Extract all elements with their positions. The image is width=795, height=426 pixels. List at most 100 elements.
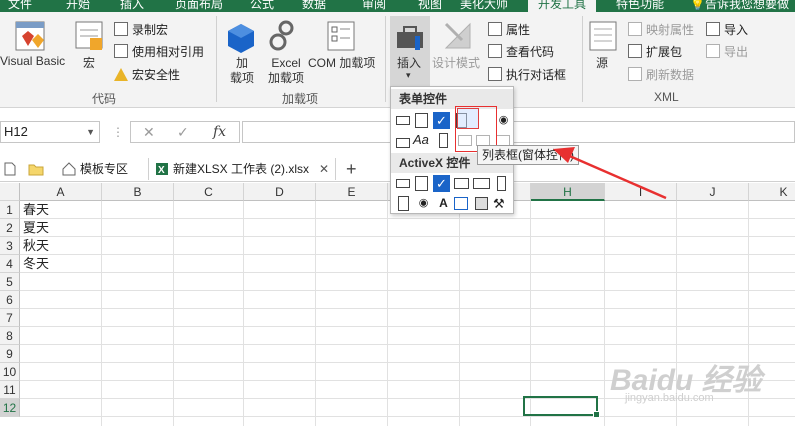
cell-a1[interactable]: 春天 [23, 201, 49, 219]
tab-review[interactable]: 审阅 [362, 0, 386, 12]
gridline [20, 272, 795, 273]
column-header-b[interactable]: B [102, 183, 174, 201]
column-header-c[interactable]: C [174, 183, 244, 201]
tab-file[interactable]: 文件 [8, 0, 32, 12]
chevron-down-icon[interactable]: ▼ [86, 122, 95, 142]
row-header-1[interactable]: 1 [0, 201, 20, 219]
tell-me-box[interactable]: 💡告诉我您想要做 [690, 0, 789, 12]
column-header-j[interactable]: J [677, 183, 749, 201]
group-box-control-icon[interactable] [395, 132, 412, 149]
visual-basic-button[interactable]: Visual Basic [0, 54, 65, 68]
refresh-data-button[interactable]: 刷新数据 [628, 65, 694, 83]
warning-icon [114, 67, 128, 81]
design-mode-button[interactable]: 设计模式 [432, 54, 480, 71]
excel-addins-button[interactable]: Excel 加载项 [268, 56, 304, 86]
relative-reference-button[interactable]: 使用相对引用 [114, 42, 204, 60]
activex-combo-box-icon[interactable] [413, 175, 430, 192]
select-all-corner[interactable] [0, 183, 20, 201]
view-code-button[interactable]: 查看代码 [488, 42, 554, 60]
map-properties-button[interactable]: 映射属性 [628, 20, 694, 38]
row-header-6[interactable]: 6 [0, 291, 20, 309]
tab-view[interactable]: 视图 [418, 0, 442, 12]
import-button[interactable]: 导入 [706, 20, 748, 38]
more-controls-icon[interactable]: ⚒ [493, 195, 510, 212]
row-header-8[interactable]: 8 [0, 327, 20, 345]
row-header-5[interactable]: 5 [0, 273, 20, 291]
more-options-icon: ⋮ [112, 125, 124, 139]
activex-button-icon[interactable] [395, 175, 412, 192]
workbook-tab[interactable]: X 新建XLSX 工作表 (2).xlsx ✕ [148, 158, 337, 180]
xml-source-button[interactable]: 源 [596, 54, 608, 71]
activex-option-button-icon[interactable]: ◉ [415, 195, 432, 212]
macros-button[interactable]: 宏 [83, 54, 95, 71]
gridline [459, 201, 460, 426]
column-header-i[interactable]: I [605, 183, 677, 201]
tab-insert[interactable]: 插入 [120, 0, 144, 12]
column-header-a[interactable]: A [20, 183, 102, 201]
activex-checkbox-icon[interactable]: ✓ [433, 175, 450, 192]
button-control-icon[interactable] [395, 112, 412, 129]
activex-label-icon[interactable]: A [435, 195, 452, 212]
macro-security-button[interactable]: 宏安全性 [114, 65, 180, 83]
svg-text:X: X [158, 165, 165, 176]
record-macro-button[interactable]: 录制宏 [114, 20, 168, 38]
cell-a3[interactable]: 秋天 [23, 237, 49, 255]
formula-buttons: ✕ ✓ fx [130, 121, 240, 143]
activex-text-box-icon[interactable] [473, 175, 490, 192]
checkbox-control-icon[interactable]: ✓ [433, 112, 450, 129]
name-box[interactable]: H12 ▼ [0, 121, 100, 143]
properties-button[interactable]: 属性 [488, 20, 530, 38]
run-dialog-button[interactable]: 执行对话框 [488, 65, 566, 83]
tab-developer[interactable]: 开发工具 [528, 0, 597, 12]
row-header-12[interactable]: 12 [0, 399, 20, 417]
tab-formulas[interactable]: 公式 [250, 0, 274, 12]
group-divider [385, 16, 386, 102]
tab-features[interactable]: 特色功能 [616, 0, 664, 12]
label-control-icon[interactable]: Aa [413, 132, 430, 149]
row-header-9[interactable]: 9 [0, 345, 20, 363]
activex-list-box-icon[interactable] [453, 175, 470, 192]
export-button[interactable]: 导出 [706, 42, 748, 60]
visual-basic-icon [15, 21, 45, 51]
template-tab[interactable]: 模板专区 [62, 159, 128, 179]
com-addins-button[interactable]: COM 加载项 [308, 54, 375, 71]
add-tab-button[interactable]: + [346, 159, 357, 179]
activex-image-icon[interactable] [453, 195, 470, 212]
row-header-2[interactable]: 2 [0, 219, 20, 237]
row-header-11[interactable]: 11 [0, 381, 20, 399]
column-header-d[interactable]: D [244, 183, 316, 201]
gridline [530, 201, 531, 426]
activex-spin-button-icon[interactable] [395, 195, 412, 212]
tab-page-layout[interactable]: 页面布局 [175, 0, 223, 12]
cell-a2[interactable]: 夏天 [23, 219, 49, 237]
new-document-icon[interactable] [4, 159, 16, 179]
column-header-e[interactable]: E [316, 183, 388, 201]
activex-toggle-button-icon[interactable] [473, 195, 490, 212]
row-header-4[interactable]: 4 [0, 255, 20, 273]
activex-scroll-bar-icon[interactable] [493, 175, 510, 192]
ribbon-tab-bar: 文件 开始 插入 页面布局 公式 数据 审阅 视图 美化大师 开发工具 特色功能… [0, 0, 795, 12]
insert-controls-button[interactable]: 插入 ▾ [390, 16, 430, 86]
column-header-h[interactable]: H [531, 183, 605, 201]
check-icon[interactable]: ✓ [177, 124, 189, 141]
properties-icon [488, 22, 502, 36]
row-header-10[interactable]: 10 [0, 363, 20, 381]
formula-input[interactable] [242, 121, 795, 143]
folder-icon[interactable] [28, 159, 44, 179]
selected-cell-h12[interactable] [523, 396, 600, 418]
tab-beautify[interactable]: 美化大师 [460, 0, 508, 12]
row-header-7[interactable]: 7 [0, 309, 20, 327]
close-tab-icon[interactable]: ✕ [319, 159, 329, 179]
tab-home[interactable]: 开始 [66, 0, 90, 12]
cancel-icon[interactable]: ✕ [143, 124, 155, 141]
combo-box-control-icon[interactable] [413, 112, 430, 129]
addins-button[interactable]: 加载项 [230, 56, 254, 86]
tab-data[interactable]: 数据 [302, 0, 326, 12]
expansion-packs-button[interactable]: 扩展包 [628, 42, 682, 60]
column-header-k[interactable]: K [749, 183, 795, 201]
option-button-control-icon[interactable]: ◉ [495, 112, 512, 129]
scroll-bar-control-icon[interactable] [435, 132, 452, 149]
insert-function-button[interactable]: fx [213, 124, 226, 140]
row-header-3[interactable]: 3 [0, 237, 20, 255]
cell-a4[interactable]: 冬天 [23, 255, 49, 273]
